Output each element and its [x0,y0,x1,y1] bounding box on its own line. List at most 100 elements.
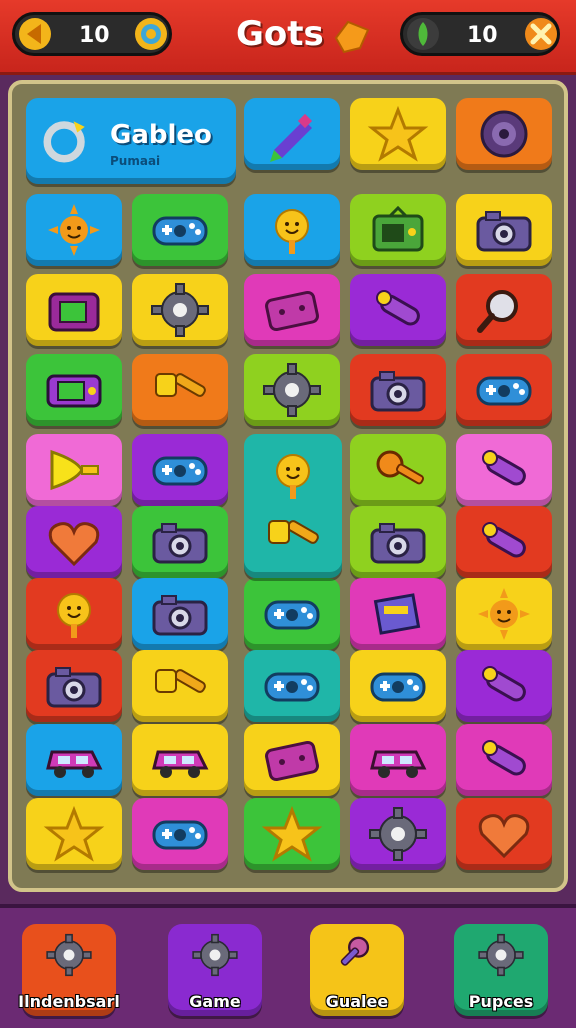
box-icon [373,593,421,635]
close-icon[interactable] [525,18,557,50]
grid-tile[interactable] [456,724,552,796]
car-icon [152,750,209,778]
grid-tile[interactable] [244,578,340,650]
grid-tile[interactable] [350,274,446,346]
hammer-icon [268,520,319,544]
left-counter[interactable]: 10 [12,12,172,56]
grid-tile[interactable] [350,578,446,650]
grid-tile[interactable] [26,354,122,426]
gamepad-icon [152,216,208,246]
grid-tile[interactable] [132,578,228,650]
gamepad-icon [152,456,208,486]
grid-tile[interactable] [350,506,446,578]
target-icon [480,110,528,158]
gamepad-icon [264,672,320,702]
grid-tile[interactable] [244,194,340,266]
ring-icon [43,121,85,163]
camera-icon [46,667,102,708]
hammer-icon [155,669,206,693]
grid-tile[interactable] [132,506,228,578]
grid-tile[interactable] [132,354,228,426]
grid-tile[interactable] [456,798,552,870]
grid-tile[interactable] [350,354,446,426]
gem-icon [407,18,439,50]
grid-tile[interactable] [350,650,446,722]
grid-tile[interactable] [244,274,340,346]
grid-tile[interactable] [132,724,228,796]
sun-icon [478,588,530,640]
star-icon [367,106,429,162]
heart-icon [48,522,100,567]
magnifier-icon [477,290,518,333]
arrow-left-icon[interactable] [19,18,51,50]
grid-tile[interactable] [350,434,446,506]
tube-icon [482,740,526,776]
car-icon [46,750,103,778]
banner-tile[interactable]: Gableo Pumaai [26,98,236,184]
camera-icon [152,595,208,636]
right-counter-value: 10 [467,23,498,48]
gear-icon [263,363,321,417]
smiley-icon [57,593,91,638]
star-icon [43,806,105,862]
tube-icon [482,450,526,486]
top-bar: 10 Gots 10 [0,0,576,75]
pencil-icon [270,113,313,162]
nav-label: Game [189,992,241,1011]
star-icon [261,806,323,862]
gear-icon [192,933,238,977]
grid-tile[interactable] [26,578,122,650]
grid-tile[interactable] [132,194,228,266]
car-icon [370,750,427,778]
grid-tile[interactable] [456,650,552,722]
grid-tile[interactable] [456,578,552,650]
nav-button-gualee[interactable]: Gualee [310,924,404,1016]
grid-tile[interactable] [26,724,122,796]
nav-button-game[interactable]: Game [168,924,262,1016]
grid-tile[interactable] [26,274,122,346]
grid-tile[interactable] [244,798,340,870]
nav-button-ilndenbsarl[interactable]: Ilndenbsarl [18,924,120,1016]
grid-tile[interactable] [244,354,340,426]
grid-tile[interactable] [132,274,228,346]
grid-tile[interactable] [456,194,552,266]
grid-tile[interactable] [26,506,122,578]
nav-label: Pupces [468,992,534,1011]
grid-tile[interactable] [456,98,552,170]
grid-tile[interactable] [456,434,552,506]
grid-tile[interactable] [26,650,122,722]
camera-icon [152,523,208,564]
mic-icon [340,936,370,966]
grid-tile[interactable] [132,434,228,506]
grid-tile[interactable] [244,98,340,170]
grid-tile[interactable] [456,354,552,426]
grid-tile[interactable] [350,724,446,796]
grid-tile[interactable] [456,274,552,346]
grid-tile[interactable] [350,798,446,870]
grid-tile[interactable] [132,798,228,870]
right-counter[interactable]: 10 [400,12,560,56]
grid-tile[interactable] [26,194,122,266]
bottom-nav: Ilndenbsarl Game Gualee Pupces [0,904,576,1028]
gear-icon [46,933,92,977]
page-title: Gots [236,14,324,54]
grid-tile[interactable] [350,98,446,170]
key-icon [376,450,425,485]
grid-tile[interactable] [244,724,340,796]
grid-tile[interactable] [132,650,228,722]
grid-tile[interactable] [26,434,122,506]
heart-icon [478,814,530,859]
grid-tile[interactable] [456,506,552,578]
gamepad-icon [152,820,208,850]
nav-button-pupces[interactable]: Pupces [454,924,548,1016]
grid-tile[interactable] [244,650,340,722]
tall-tile[interactable] [244,434,342,578]
gear-icon [151,283,209,337]
handheld-icon [265,740,319,782]
tube-icon [376,290,420,326]
handheld-icon [265,290,319,332]
camera-icon [370,523,426,564]
grid-tile[interactable] [26,798,122,870]
smiley-icon [276,454,310,499]
grid-tile[interactable] [350,194,446,266]
